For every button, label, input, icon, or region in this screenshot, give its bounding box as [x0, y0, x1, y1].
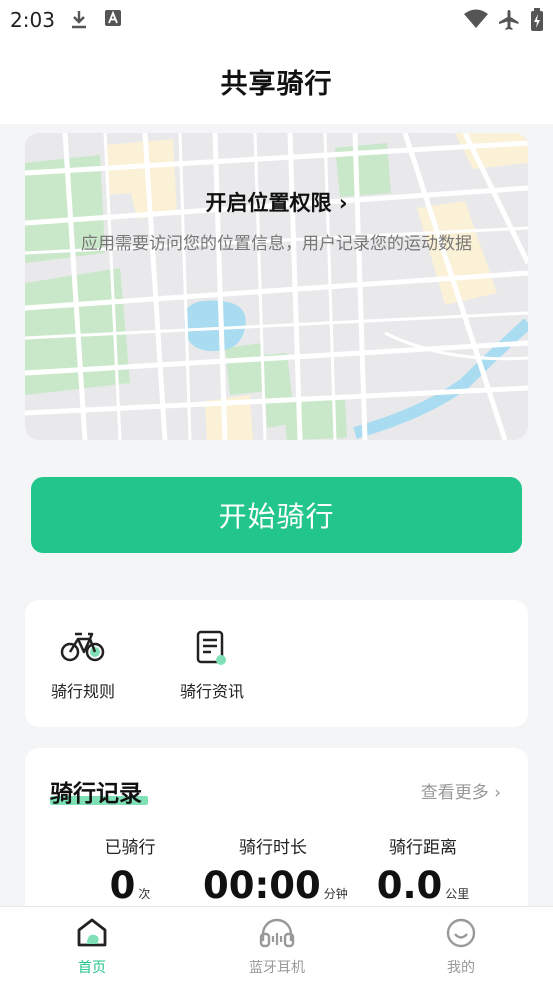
download-icon	[68, 8, 90, 34]
stat-value: 0	[109, 864, 136, 907]
location-permission-map[interactable]: 开启位置权限 › 应用需要访问您的位置信息，用户记录您的运动数据	[25, 133, 528, 440]
tab-label: 蓝牙耳机	[249, 960, 305, 976]
riding-news-label: 骑行资讯	[179, 682, 244, 701]
tab-mine[interactable]: 我的	[401, 917, 521, 977]
stat-unit: 分钟	[323, 887, 348, 901]
stat-value: 0.0	[376, 864, 443, 907]
stat-unit: 公里	[445, 887, 470, 901]
riding-records-title: 骑行记录	[50, 781, 142, 807]
document-icon	[162, 630, 262, 666]
chevron-right-icon: ›	[494, 783, 501, 803]
riding-news-link[interactable]: 骑行资讯	[162, 630, 262, 702]
wifi-icon	[463, 8, 489, 34]
battery-charging-icon	[530, 8, 544, 36]
page-title: 共享骑行	[220, 69, 333, 100]
stat-value: 00:00	[203, 864, 321, 907]
map-background	[25, 133, 528, 440]
status-bar: 2:03	[0, 0, 553, 40]
riding-rules-label: 骑行规则	[50, 682, 115, 701]
app-header: 共享骑行	[0, 40, 553, 124]
riding-records-card: 骑行记录 查看更多 › 已骑行 0次 骑行时长 00:00 分钟 骑行距离 0.0…	[25, 748, 528, 918]
location-permission-description: 应用需要访问您的位置信息，用户记录您的运动数据	[81, 234, 472, 254]
chevron-right-icon: ›	[338, 191, 348, 215]
tab-label: 首页	[78, 960, 106, 976]
stat-ride-count: 已骑行 0次	[80, 833, 180, 907]
stat-ride-distance: 骑行距离 0.0 公里	[363, 833, 483, 907]
notification-a-icon	[103, 8, 123, 32]
bicycle-icon	[33, 630, 133, 666]
view-more-link[interactable]: 查看更多 ›	[421, 778, 501, 803]
smiley-icon	[401, 917, 521, 953]
stat-label: 已骑行	[104, 838, 156, 858]
tab-bluetooth-headphones[interactable]: 蓝牙耳机	[217, 917, 337, 977]
home-icon	[32, 917, 152, 953]
stat-label: 骑行距离	[389, 838, 457, 858]
tab-label: 我的	[447, 960, 475, 976]
stat-label: 骑行时长	[239, 838, 307, 858]
quick-links-card: 骑行规则 骑行资讯	[25, 600, 528, 727]
status-time: 2:03	[10, 8, 55, 32]
bottom-tab-bar: 首页 蓝牙耳机 我的	[0, 906, 553, 985]
tab-home[interactable]: 首页	[32, 917, 152, 977]
headphones-icon	[217, 917, 337, 953]
stat-ride-duration: 骑行时长 00:00 分钟	[203, 833, 348, 907]
location-permission-title[interactable]: 开启位置权限 ›	[25, 187, 528, 217]
airplane-icon	[497, 8, 521, 36]
start-riding-button[interactable]: 开始骑行	[31, 477, 522, 553]
view-more-label: 查看更多	[420, 783, 489, 803]
location-permission-label: 开启位置权限	[205, 191, 332, 215]
riding-rules-link[interactable]: 骑行规则	[33, 630, 133, 702]
stat-unit: 次	[138, 887, 151, 901]
